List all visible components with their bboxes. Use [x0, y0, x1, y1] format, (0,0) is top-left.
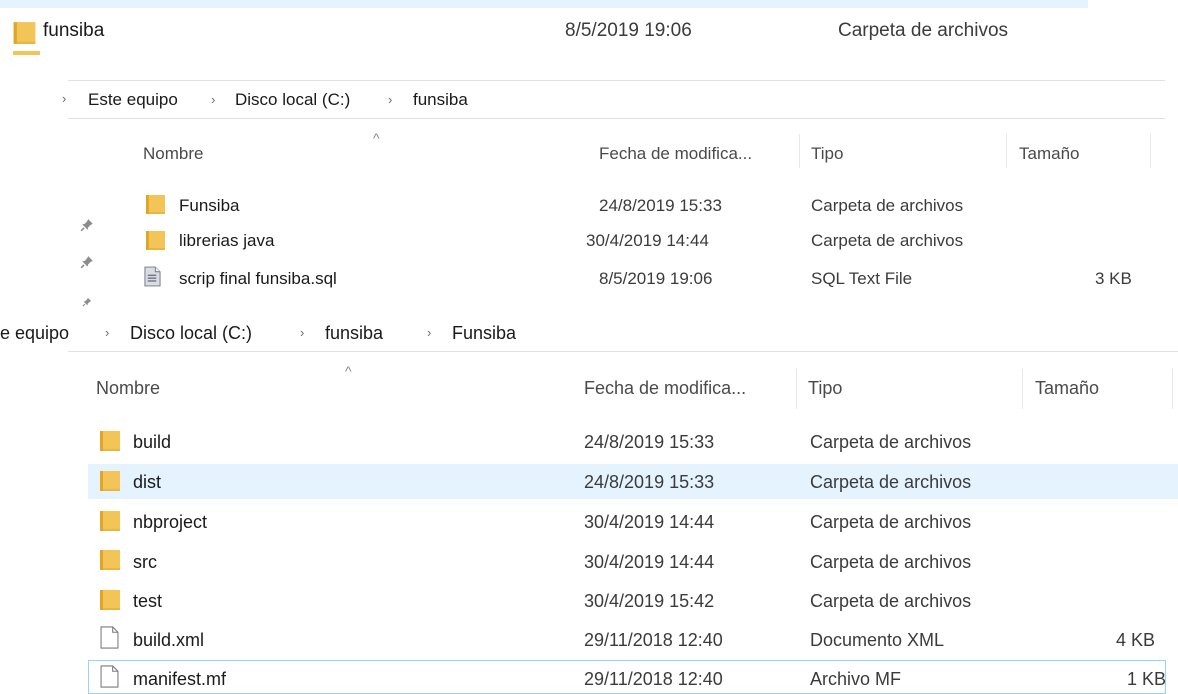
table-row[interactable]: build.xml 29/11/2018 12:40 Documento XML…	[88, 624, 1178, 654]
row-date: 24/8/2019 15:33	[584, 432, 715, 452]
column-header-type[interactable]: Tipo	[811, 144, 843, 164]
row-date: 24/8/2019 15:33	[584, 472, 715, 492]
pin-icon[interactable]	[80, 297, 94, 307]
row-type: Archivo MF	[810, 669, 902, 689]
chevron-right-icon[interactable]: ›	[388, 92, 392, 107]
chevron-right-icon[interactable]: ›	[300, 325, 304, 340]
breadcrumb-item[interactable]: Disco local (C:)	[130, 323, 252, 344]
panel1-breadcrumb-divider	[68, 118, 1165, 119]
row-name: manifest.mf	[133, 669, 227, 689]
panel1-column-header: ^ Nombre Fecha de modifica... Tipo Tamañ…	[68, 122, 1165, 170]
top-folder-date: 8/5/2019 19:06	[565, 20, 692, 41]
folder-icon	[100, 469, 120, 493]
folder-icon	[13, 21, 36, 45]
chevron-right-icon: ›	[62, 91, 67, 106]
row-type: Carpeta de archivos	[810, 591, 972, 611]
breadcrumb-item[interactable]: Este equipo	[88, 90, 178, 110]
row-name: nbproject	[133, 512, 208, 532]
table-row[interactable]: librerias java 30/4/2019 14:44 Carpeta d…	[130, 227, 1160, 255]
row-type: Carpeta de archivos	[810, 512, 972, 532]
row-name: src	[133, 552, 157, 572]
row-type: Carpeta de archivos	[811, 231, 964, 250]
row-type: Carpeta de archivos	[810, 472, 972, 492]
column-header-size[interactable]: Tamaño	[1035, 378, 1099, 399]
column-divider[interactable]	[1022, 369, 1023, 409]
column-divider[interactable]	[1006, 134, 1007, 168]
column-header-name[interactable]: Nombre	[96, 378, 160, 399]
breadcrumb-item[interactable]: funsiba	[413, 90, 468, 110]
row-date: 30/4/2019 14:44	[584, 512, 715, 532]
file-icon	[100, 625, 119, 650]
table-row-selected[interactable]: dist 24/8/2019 15:33 Carpeta de archivos	[88, 464, 1178, 499]
breadcrumb-item[interactable]: funsiba	[325, 323, 383, 344]
top-folder-name: funsiba	[43, 20, 105, 41]
folder-icon	[100, 509, 120, 533]
top-highlight-strip	[0, 0, 1088, 8]
column-header-name[interactable]: Nombre	[143, 144, 203, 164]
row-name: build	[133, 432, 172, 452]
row-date: 30/4/2019 14:44	[584, 552, 715, 572]
row-date: 8/5/2019 19:06	[599, 269, 713, 288]
row-date: 29/11/2018 12:40	[584, 630, 723, 650]
table-row[interactable]: src 30/4/2019 14:44 Carpeta de archivos	[88, 546, 1178, 576]
row-size: 4 KB	[1116, 630, 1156, 650]
sql-file-icon	[144, 266, 161, 287]
column-header-date[interactable]: Fecha de modifica...	[599, 144, 752, 164]
sort-arrow-icon: ^	[373, 130, 380, 146]
table-row-focused[interactable]: manifest.mf 29/11/2018 12:40 Archivo MF …	[88, 660, 1166, 694]
chevron-right-icon[interactable]: ›	[211, 92, 215, 107]
row-name: Funsiba	[179, 196, 240, 215]
row-date: 30/4/2019 14:44	[586, 231, 709, 250]
panel2-column-header: ^ Nombre Fecha de modifica... Tipo Tamañ…	[0, 355, 1178, 411]
breadcrumb-item[interactable]: e equipo	[0, 323, 69, 344]
row-name: test	[133, 591, 163, 611]
table-row[interactable]: scrip final funsiba.sql 8/5/2019 19:06 S…	[130, 263, 1160, 293]
table-row[interactable]: build 24/8/2019 15:33 Carpeta de archivo…	[88, 427, 1178, 457]
panel2-breadcrumb-divider	[68, 351, 1178, 352]
chevron-right-icon[interactable]: ›	[427, 325, 431, 340]
row-name: build.xml	[133, 630, 205, 650]
column-divider[interactable]	[799, 134, 800, 168]
row-size: 3 KB	[1095, 269, 1132, 288]
folder-icon	[146, 194, 165, 215]
column-header-size[interactable]: Tamaño	[1019, 144, 1079, 164]
column-divider[interactable]	[796, 369, 797, 409]
breadcrumb-item[interactable]: Disco local (C:)	[235, 90, 350, 110]
breadcrumb-item[interactable]: Funsiba	[452, 323, 516, 344]
folder-icon	[100, 548, 120, 572]
row-name: scrip final funsiba.sql	[179, 269, 337, 288]
chevron-right-icon[interactable]: ›	[105, 325, 109, 340]
sort-arrow-icon: ^	[345, 363, 352, 379]
folder-icon	[100, 429, 120, 453]
row-date: 24/8/2019 15:33	[599, 196, 722, 215]
row-date: 29/11/2018 12:40	[584, 669, 723, 689]
row-name: librerias java	[179, 231, 275, 250]
table-row[interactable]: Funsiba 24/8/2019 15:33 Carpeta de archi…	[130, 191, 1160, 219]
top-folder-icon-shadow	[13, 51, 40, 55]
row-type: Carpeta de archivos	[810, 552, 972, 572]
table-row[interactable]: test 30/4/2019 15:42 Carpeta de archivos	[88, 586, 1178, 616]
column-header-type[interactable]: Tipo	[808, 378, 842, 399]
file-icon	[100, 664, 119, 689]
row-size: 1 KB	[1127, 669, 1167, 689]
pin-icon[interactable]	[80, 218, 94, 232]
folder-icon	[100, 588, 120, 612]
row-type: Carpeta de archivos	[810, 432, 972, 452]
row-type: Documento XML	[810, 630, 945, 650]
top-folder-type: Carpeta de archivos	[838, 20, 1009, 41]
table-row[interactable]: nbproject 30/4/2019 14:44 Carpeta de arc…	[88, 506, 1178, 536]
folder-icon	[146, 230, 165, 251]
column-divider[interactable]	[1150, 134, 1151, 168]
row-type: SQL Text File	[811, 269, 913, 288]
top-folder-row[interactable]: funsiba 8/5/2019 19:06 Carpeta de archiv…	[0, 8, 1178, 56]
pin-icon[interactable]	[80, 255, 94, 269]
row-date: 30/4/2019 15:42	[584, 591, 715, 611]
column-divider[interactable]	[1172, 369, 1173, 409]
panel1-top-border	[68, 80, 1165, 81]
column-header-date[interactable]: Fecha de modifica...	[584, 378, 746, 399]
row-type: Carpeta de archivos	[811, 196, 964, 215]
row-name: dist	[133, 472, 162, 492]
